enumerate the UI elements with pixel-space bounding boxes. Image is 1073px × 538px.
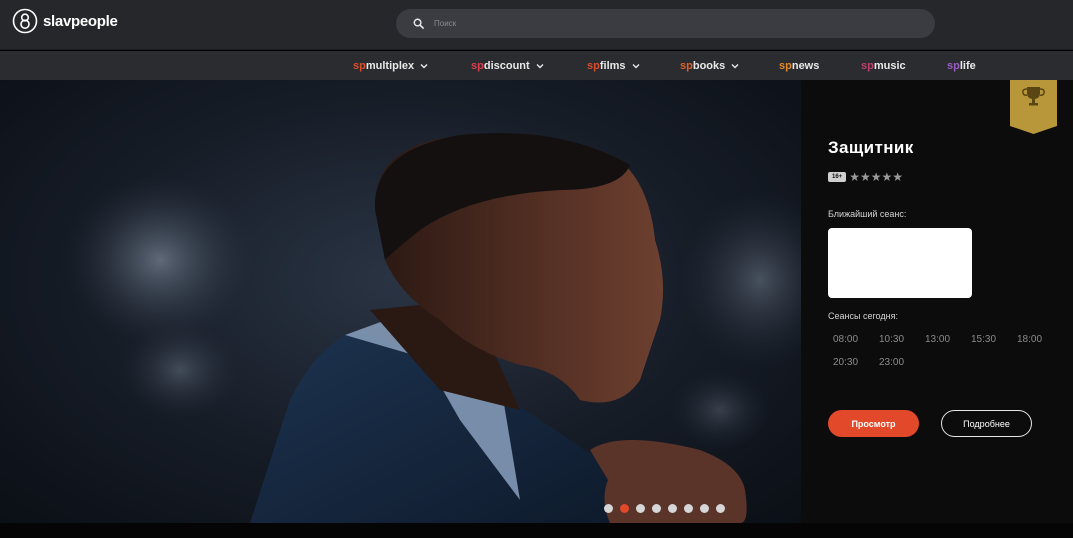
main-nav: sp multiplex sp discount sp films sp books s… [0,51,1073,80]
hero-banner[interactable] [0,80,801,523]
trophy-badge [1010,80,1057,134]
nav-prefix: sp [947,60,960,72]
slider-dot[interactable] [636,504,645,513]
nav-prefix: sp [471,60,484,72]
session-time[interactable]: 23:00 [874,357,920,368]
search-input[interactable] [434,19,914,28]
footer-strip [0,523,1073,538]
nav-prefix: sp [353,60,366,72]
session-time[interactable]: 13:00 [920,334,966,345]
nav-prefix: sp [779,60,792,72]
nav-item-life[interactable]: sp life [947,60,976,72]
session-times: 08:00 10:30 13:00 15:30 18:00 20:30 23:0… [828,334,1058,368]
nav-prefix: sp [861,60,874,72]
session-time[interactable]: 18:00 [1012,334,1058,345]
nav-item-news[interactable]: sp news [779,60,819,72]
session-time[interactable]: 20:30 [828,357,874,368]
slider-dot[interactable] [604,504,613,513]
logo-text: slavpeople [43,12,118,30]
slider-dot[interactable] [668,504,677,513]
details-button[interactable]: Подробнее [941,410,1032,437]
nearest-session-box[interactable] [828,228,972,298]
nav-label: news [791,60,820,72]
nav-prefix: sp [680,60,693,72]
header: slavpeople [0,0,1073,50]
star-rating[interactable]: ★★★★★ [849,170,903,184]
slider-dot[interactable] [716,504,725,513]
slider-dot[interactable] [700,504,709,513]
watch-button[interactable]: Просмотр [828,410,919,437]
slider-dots [604,504,725,513]
nav-label: books [692,60,726,72]
nav-label: discount [483,60,530,72]
nav-label: multiplex [365,60,415,72]
hero-image [65,133,801,523]
chevron-down-icon [632,64,640,69]
nav-prefix: sp [587,60,600,72]
logo-icon [12,8,38,34]
session-time[interactable]: 10:30 [874,334,920,345]
search-icon [413,18,424,29]
nav-item-books[interactable]: sp books [680,60,739,72]
chevron-down-icon [536,64,544,69]
logo[interactable]: slavpeople [12,8,118,34]
nav-item-music[interactable]: sp music [861,60,906,72]
nearest-session-label: Ближайший сеанс: [828,209,907,219]
session-time[interactable]: 15:30 [966,334,1012,345]
slider-dot[interactable] [652,504,661,513]
film-info-panel: Защитник 16+ ★★★★★ Ближайший сеанс: Сеан… [801,80,1073,523]
nav-label: life [959,60,976,72]
film-title: Защитник [828,138,914,157]
nav-label: music [873,60,906,72]
nav-item-discount[interactable]: sp discount [471,60,544,72]
nav-item-multiplex[interactable]: sp multiplex [353,60,428,72]
nav-item-films[interactable]: sp films [587,60,640,72]
today-sessions-label: Сеансы сегодня: [828,311,898,321]
slider-dot[interactable] [684,504,693,513]
chevron-down-icon [420,64,428,69]
rating-row: 16+ ★★★★★ [828,170,903,184]
nav-label: films [599,60,626,72]
chevron-down-icon [731,64,739,69]
slider-dot[interactable] [620,504,629,513]
age-rating-badge: 16+ [828,172,847,182]
session-time[interactable]: 08:00 [828,334,874,345]
search-bar[interactable] [396,9,935,38]
